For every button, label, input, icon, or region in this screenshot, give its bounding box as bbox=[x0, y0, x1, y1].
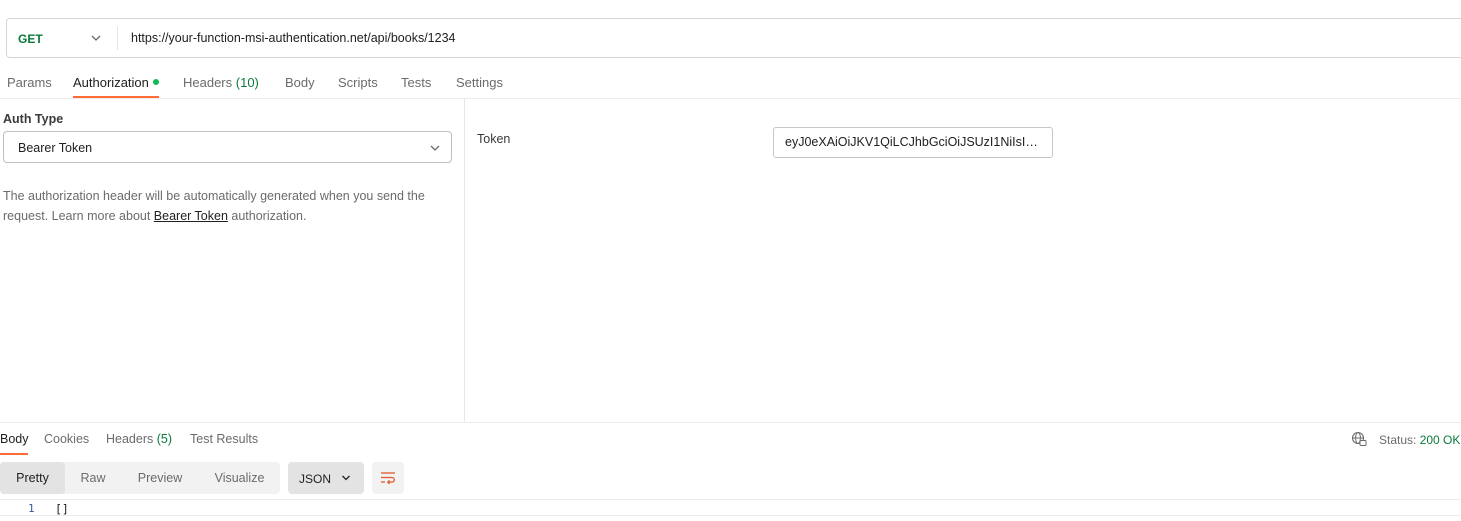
line-number: 1 bbox=[28, 502, 35, 515]
format-visualize-button[interactable]: Visualize bbox=[199, 462, 280, 494]
chevron-down-icon bbox=[342, 475, 350, 481]
response-tab-headers-count: (5) bbox=[156, 432, 173, 446]
tab-scripts[interactable]: Scripts bbox=[338, 75, 378, 90]
tab-headers-count: (10) bbox=[235, 75, 259, 90]
token-label: Token bbox=[477, 132, 511, 146]
response-tab-headers-label: Headers bbox=[106, 432, 154, 446]
active-indicator-dot bbox=[153, 79, 159, 85]
auth-description-suffix: authorization. bbox=[227, 209, 307, 223]
wrap-lines-button[interactable] bbox=[372, 462, 404, 494]
bearer-token-link[interactable]: Bearer Token bbox=[154, 209, 228, 223]
wrap-lines-icon bbox=[381, 472, 395, 485]
status-value: 200 OK bbox=[1419, 433, 1461, 447]
response-divider[interactable] bbox=[0, 422, 1461, 423]
format-pretty-button[interactable]: Pretty bbox=[0, 462, 65, 494]
response-tab-headers[interactable]: Headers (5) bbox=[106, 432, 172, 446]
pane-divider[interactable] bbox=[464, 99, 465, 422]
method-select[interactable]: GET bbox=[18, 32, 43, 46]
language-select-label: JSON bbox=[299, 472, 332, 486]
tab-params[interactable]: Params bbox=[7, 75, 52, 90]
format-preview-button[interactable]: Preview bbox=[121, 462, 199, 494]
chevron-down-icon[interactable] bbox=[89, 31, 103, 45]
response-tab-body[interactable]: Body bbox=[0, 432, 29, 446]
format-raw-button[interactable]: Raw bbox=[65, 462, 121, 494]
network-globe-icon[interactable] bbox=[1351, 431, 1367, 447]
tabs-divider bbox=[0, 98, 1461, 99]
chevron-down-icon bbox=[430, 145, 440, 151]
auth-description: The authorization header will be automat… bbox=[3, 186, 463, 226]
auth-type-label: Auth Type bbox=[3, 112, 64, 126]
code-editor-top-border bbox=[0, 499, 1461, 500]
response-status[interactable]: Status: 200 OK bbox=[1379, 433, 1460, 447]
tab-settings[interactable]: Settings bbox=[456, 75, 503, 90]
tab-authorization[interactable]: Authorization bbox=[73, 75, 149, 90]
active-response-tab-underline bbox=[0, 453, 28, 455]
url-input[interactable]: https://your-function-msi-authentication… bbox=[131, 31, 456, 45]
token-value: eyJ0eXAiOiJKV1QiLCJhbGciOiJSUzI1NiIsIng.… bbox=[785, 135, 1043, 149]
status-label: Status: bbox=[1379, 433, 1417, 447]
code-editor-bottom-border bbox=[0, 515, 1461, 516]
response-tab-test-results[interactable]: Test Results bbox=[190, 432, 258, 446]
response-tab-cookies[interactable]: Cookies bbox=[44, 432, 89, 446]
tab-tests[interactable]: Tests bbox=[401, 75, 431, 90]
tab-headers[interactable]: Headers (10) bbox=[183, 75, 259, 90]
url-divider bbox=[117, 26, 118, 50]
response-body-code[interactable]: [] bbox=[55, 502, 69, 516]
tab-body[interactable]: Body bbox=[285, 75, 315, 90]
auth-type-value: Bearer Token bbox=[18, 141, 93, 155]
tab-headers-label: Headers bbox=[183, 75, 233, 90]
